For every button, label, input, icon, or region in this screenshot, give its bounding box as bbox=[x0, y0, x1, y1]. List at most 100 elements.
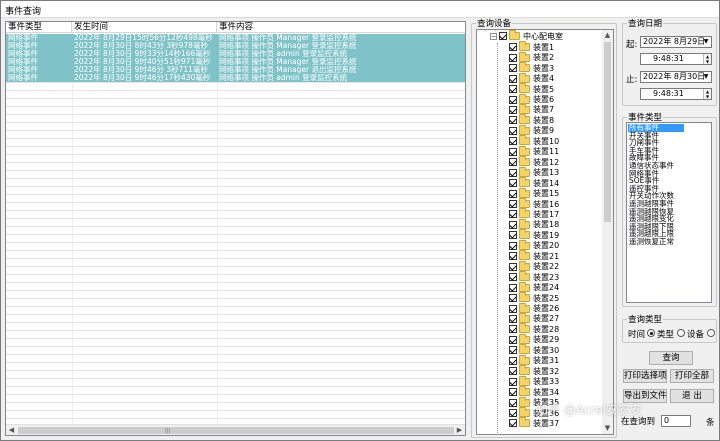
tree-node-device[interactable]: 装置17 bbox=[509, 208, 559, 220]
checkbox[interactable] bbox=[509, 388, 517, 397]
print-all-button[interactable]: 打印全部 bbox=[670, 369, 714, 383]
column-header-event-type[interactable]: 事件类型 bbox=[6, 22, 72, 33]
checkbox[interactable] bbox=[509, 126, 517, 135]
checkbox[interactable] bbox=[509, 346, 517, 355]
tree-node-device[interactable]: 装置32 bbox=[509, 365, 559, 377]
tree-node-device[interactable]: 装置22 bbox=[509, 260, 559, 272]
tree-node-device[interactable]: 装置25 bbox=[509, 292, 559, 304]
tree-node-device[interactable]: 装置33 bbox=[509, 375, 559, 387]
tree-node-device[interactable]: 装置29 bbox=[509, 333, 559, 346]
table-row[interactable]: 网络事件 2022年 8月30日 9时40分51秒971毫秒 网络事项 操作员 Ma… bbox=[6, 58, 465, 66]
tree-node-device[interactable]: 装置13 bbox=[509, 166, 559, 178]
tree-node-device[interactable]: 装置19 bbox=[509, 229, 559, 241]
checkbox[interactable] bbox=[499, 32, 507, 41]
tree-node-device[interactable]: 装置18 bbox=[509, 218, 559, 231]
tree-node-device[interactable]: 装置12 bbox=[509, 156, 559, 168]
checkbox[interactable] bbox=[509, 200, 517, 208]
tree-node-device[interactable]: 装置4 bbox=[509, 72, 554, 84]
vertical-scrollbar[interactable]: ▲ ▼ bbox=[602, 30, 613, 434]
checkbox[interactable] bbox=[509, 367, 517, 376]
checkbox[interactable] bbox=[509, 273, 517, 282]
spin-arrows-icon[interactable]: ▲ ▼ bbox=[703, 89, 711, 99]
radio-device[interactable] bbox=[677, 329, 685, 337]
tree-node-device[interactable]: 装置37 bbox=[509, 417, 559, 429]
tree-node-device[interactable]: 装置30 bbox=[509, 344, 559, 356]
checkbox[interactable] bbox=[509, 168, 517, 177]
checkbox[interactable] bbox=[509, 241, 517, 250]
scroll-left-icon[interactable]: ◀ bbox=[6, 425, 17, 435]
table-row[interactable]: 网络事件 2022年 8月29日15时56分12秒498毫秒 网络事项 操作员 Ma… bbox=[6, 34, 465, 42]
checkbox[interactable] bbox=[509, 231, 517, 240]
tree-node-device[interactable]: 装置5 bbox=[509, 83, 554, 95]
checkbox[interactable] bbox=[509, 158, 517, 167]
checkbox[interactable] bbox=[509, 116, 517, 125]
checkbox[interactable] bbox=[509, 179, 517, 188]
tree-node-root[interactable]: − 中心配电室 bbox=[490, 30, 563, 42]
to-time-field[interactable]: 9:48:31 ▲ ▼ bbox=[640, 88, 712, 100]
checkbox[interactable] bbox=[509, 105, 517, 114]
checkbox[interactable] bbox=[509, 409, 517, 417]
print-selected-button[interactable]: 打印选择项 bbox=[623, 369, 667, 383]
column-header-content[interactable]: 事件内容 bbox=[217, 22, 465, 33]
tree-node-device[interactable]: 装置26 bbox=[509, 302, 559, 314]
checkbox[interactable] bbox=[509, 137, 517, 146]
checkbox[interactable] bbox=[509, 304, 517, 313]
scroll-down-icon[interactable]: ▼ bbox=[602, 423, 613, 434]
tree-node-device[interactable]: 装置28 bbox=[509, 323, 559, 335]
checkbox[interactable] bbox=[509, 53, 517, 62]
checkbox[interactable] bbox=[509, 262, 517, 271]
table-row[interactable]: 网络事件 2022年 8月30日 9时46分17秒430毫秒 网络事项 操作员 ad… bbox=[6, 74, 465, 82]
chevron-down-icon[interactable]: ▼ bbox=[701, 72, 711, 82]
radio-type[interactable] bbox=[647, 329, 655, 337]
tree-node-device[interactable]: 装置10 bbox=[509, 135, 559, 147]
scroll-thumb[interactable] bbox=[604, 42, 611, 222]
result-count-field[interactable]: 0 bbox=[661, 415, 691, 427]
checkbox[interactable] bbox=[509, 377, 517, 386]
collapse-icon[interactable]: − bbox=[490, 32, 497, 40]
horizontal-scrollbar[interactable]: ◀ ||| ▶ bbox=[6, 424, 465, 435]
event-type-list[interactable]: 所有事件 开关事件 刀闸事件 手车事件 故障事件 通信状态事件 网络事件 SOE事件 遥控事件开… bbox=[626, 122, 712, 303]
checkbox[interactable] bbox=[509, 335, 517, 344]
event-table[interactable]: 事件类型 发生时间 事件内容 网络事件 2022年 8月29日15时56分12秒4… bbox=[5, 21, 466, 436]
to-date-picker[interactable]: 2022年 8月30日 ▼ bbox=[640, 71, 712, 83]
checkbox[interactable] bbox=[509, 64, 517, 73]
tree-node-device[interactable]: 装置14 bbox=[509, 177, 559, 189]
checkbox[interactable] bbox=[509, 189, 517, 198]
tree-node-device[interactable]: 装置7 bbox=[509, 103, 554, 116]
tree-node-device[interactable]: 装置9 bbox=[509, 124, 554, 137]
checkbox[interactable] bbox=[509, 220, 517, 229]
radio-type-label[interactable]: 类型 bbox=[657, 328, 674, 340]
tree-node-device[interactable]: 装置8 bbox=[509, 114, 554, 126]
checkbox[interactable] bbox=[509, 398, 517, 407]
tree-node-device[interactable]: 装置3 bbox=[509, 62, 554, 74]
tree-node-device[interactable]: 装置23 bbox=[509, 271, 559, 283]
chevron-down-icon[interactable]: ▼ bbox=[701, 37, 711, 47]
checkbox[interactable] bbox=[509, 147, 517, 156]
query-button[interactable]: 查询 bbox=[649, 351, 693, 365]
tree-node-device[interactable]: 装置15 bbox=[509, 187, 559, 199]
tree-node-device[interactable]: 装置34 bbox=[509, 386, 559, 398]
event-type-item[interactable]: 遥测恢复正常 bbox=[628, 238, 674, 246]
column-header-time[interactable]: 发生时间 bbox=[72, 22, 217, 33]
tree-node-device[interactable]: 装置24 bbox=[509, 281, 559, 293]
checkbox[interactable] bbox=[509, 314, 517, 323]
tree-node-device[interactable]: 装置21 bbox=[509, 250, 559, 262]
scroll-up-icon[interactable]: ▲ bbox=[602, 30, 613, 41]
checkbox[interactable] bbox=[509, 210, 517, 219]
spin-arrows-icon[interactable]: ▲ ▼ bbox=[703, 54, 711, 64]
scroll-right-icon[interactable]: ▶ bbox=[454, 425, 465, 435]
from-time-field[interactable]: 9:48:31 ▲ ▼ bbox=[640, 53, 712, 65]
checkbox[interactable] bbox=[509, 283, 517, 292]
tree-node-device[interactable]: 装置31 bbox=[509, 354, 559, 367]
checkbox[interactable] bbox=[509, 74, 517, 83]
radio-extra[interactable] bbox=[707, 329, 715, 337]
tree-node-device[interactable]: 装置6 bbox=[509, 93, 554, 105]
tree-node-device[interactable]: 装置20 bbox=[509, 239, 559, 252]
table-row[interactable]: 网络事件 2022年 8月30日 9时46分 3秒711毫秒 网络事项 操作员 Ma… bbox=[6, 66, 465, 74]
checkbox[interactable] bbox=[509, 419, 517, 428]
checkbox[interactable] bbox=[509, 85, 517, 94]
tree-node-device[interactable]: 装置16 bbox=[509, 198, 559, 210]
scroll-thumb[interactable]: ||| bbox=[18, 427, 454, 434]
table-row[interactable]: 网络事件 2022年 8月30日 9时33分14秒166毫秒 网络事项 操作员 ad… bbox=[6, 50, 465, 58]
checkbox[interactable] bbox=[509, 252, 517, 261]
